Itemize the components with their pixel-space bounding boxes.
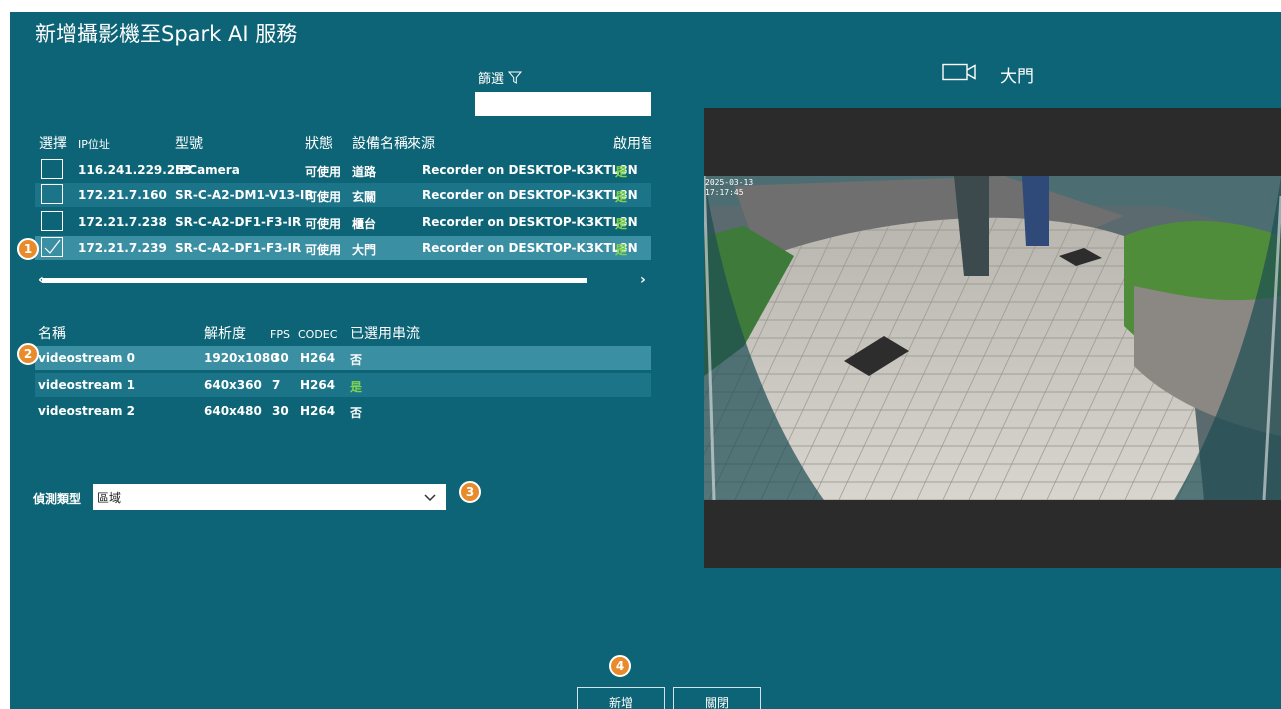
stream-row[interactable]: videostream 2 640x480 30 H264 否	[35, 399, 651, 423]
camera-source: Recorder on DESKTOP-K3KTL8N	[422, 241, 638, 255]
stream-resolution: 1920x1080	[204, 351, 279, 365]
stream-selected: 否	[350, 406, 363, 420]
filter-input[interactable]	[475, 92, 651, 116]
col-header-resolution: 解析度	[204, 326, 246, 342]
detection-type-select[interactable]: 區域	[93, 484, 446, 510]
add-button[interactable]: 新增	[577, 687, 665, 709]
camera-enabled: 是	[615, 243, 628, 257]
step-badge-1: 1	[17, 238, 39, 260]
camera-status: 可使用	[305, 217, 342, 231]
col-header-enabled-label: 啟用智	[613, 136, 651, 152]
stream-codec: H264	[300, 351, 336, 365]
col-header-fps: FPS	[270, 328, 290, 341]
col-header-stream-name: 名稱	[38, 326, 66, 342]
preview-timestamp: 2025-03-13 17:17:45	[705, 178, 754, 197]
stream-row-selected[interactable]: videostream 0 1920x1080 30 H264 否	[35, 346, 651, 370]
dialog-title: 新增攝影機至Spark AI 服務	[35, 22, 298, 46]
col-header-select: 選擇	[39, 136, 67, 152]
camera-device-name: 玄關	[352, 190, 377, 204]
camera-enabled: 是	[615, 190, 628, 204]
stream-name: videostream 0	[38, 351, 135, 365]
stream-codec: H264	[300, 378, 336, 392]
camera-source: Recorder on DESKTOP-K3KTL8N	[422, 215, 638, 229]
camera-model: IPCamera	[175, 163, 240, 177]
stream-fps: 7	[272, 378, 281, 392]
camera-device-name: 櫃台	[352, 217, 377, 231]
camera-row[interactable]: 116.241.229.253 IPCamera 可使用 道路 Recorder…	[35, 158, 651, 182]
camera-ip: 172.21.7.239	[78, 241, 167, 255]
preview-camera-name: 大門	[1000, 67, 1034, 87]
col-header-status[interactable]: 狀態	[305, 133, 333, 153]
stream-selected: 否	[350, 353, 363, 367]
filter-label: 篩選	[478, 68, 523, 87]
step-badge-2: 2	[17, 343, 39, 365]
camera-enabled: 是	[615, 165, 628, 179]
camera-model: SR-C-A2-DF1-F3-IR	[175, 241, 302, 255]
camera-status: 可使用	[305, 190, 342, 204]
camera-checkbox-checked[interactable]	[41, 237, 63, 257]
camera-row-selected[interactable]: 172.21.7.239 SR-C-A2-DF1-F3-IR 可使用 大門 Re…	[35, 236, 651, 260]
col-header-source[interactable]: 來源	[407, 133, 435, 153]
detection-type-value: 區域	[97, 491, 122, 505]
stream-codec: H264	[300, 404, 336, 418]
stream-row[interactable]: videostream 1 640x360 7 H264 是	[35, 373, 651, 397]
camera-ip: 172.21.7.160	[78, 188, 167, 202]
stream-selected: 是	[350, 380, 363, 394]
detection-type-label: 偵測類型	[33, 492, 82, 506]
filter-icon	[508, 71, 523, 84]
col-header-device-name[interactable]: 設備名稱	[352, 133, 408, 153]
camera-checkbox[interactable]	[41, 159, 63, 179]
camera-source: Recorder on DESKTOP-K3KTL8N	[422, 188, 638, 202]
camera-feed-image	[704, 176, 1281, 500]
col-header-selected-stream: 已選用串流	[350, 326, 420, 342]
col-header-ip[interactable]: IP位址	[78, 136, 110, 152]
camera-checkbox[interactable]	[41, 184, 63, 204]
stream-fps: 30	[272, 404, 289, 418]
stream-fps: 30	[272, 351, 289, 365]
close-button[interactable]: 關閉	[673, 687, 761, 709]
stream-resolution: 640x360	[204, 378, 262, 392]
camera-source: Recorder on DESKTOP-K3KTL8N	[422, 163, 638, 177]
camera-status: 可使用	[305, 243, 342, 257]
stream-name: videostream 2	[38, 404, 135, 418]
checkmark-icon	[44, 239, 61, 254]
col-header-model[interactable]: 型號	[175, 133, 203, 153]
camera-status: 可使用	[305, 165, 342, 179]
video-camera-icon	[942, 63, 976, 81]
camera-enabled: 是	[615, 217, 628, 231]
dialog: 新增攝影機至Spark AI 服務 篩選 選擇 IP位址 型號 狀態 設備名稱 …	[10, 12, 1281, 709]
step-badge-4: 4	[609, 655, 631, 677]
camera-device-name: 道路	[352, 165, 377, 179]
camera-row[interactable]: 172.21.7.160 SR-C-A2-DM1-V13-IR 可使用 玄關 R…	[35, 183, 651, 207]
horizontal-scrollbar[interactable]	[42, 278, 587, 283]
filter-label-text: 篩選	[478, 72, 505, 87]
stream-resolution: 640x480	[204, 404, 262, 418]
camera-device-name: 大門	[352, 243, 377, 257]
col-header-enabled[interactable]: 啟用智	[613, 133, 651, 153]
camera-model: SR-C-A2-DM1-V13-IR	[175, 188, 314, 202]
scroll-right-arrow[interactable]: ›	[640, 272, 646, 288]
camera-preview: 2025-03-13 17:17:45	[704, 108, 1281, 568]
step-badge-3: 3	[459, 481, 481, 503]
camera-ip: 172.21.7.238	[78, 215, 167, 229]
col-header-codec: CODEC	[298, 328, 338, 341]
camera-checkbox[interactable]	[41, 211, 63, 231]
chevron-down-icon	[424, 494, 436, 502]
camera-model: SR-C-A2-DF1-F3-IR	[175, 215, 302, 229]
camera-row[interactable]: 172.21.7.238 SR-C-A2-DF1-F3-IR 可使用 櫃台 Re…	[35, 210, 651, 234]
stream-name: videostream 1	[38, 378, 135, 392]
